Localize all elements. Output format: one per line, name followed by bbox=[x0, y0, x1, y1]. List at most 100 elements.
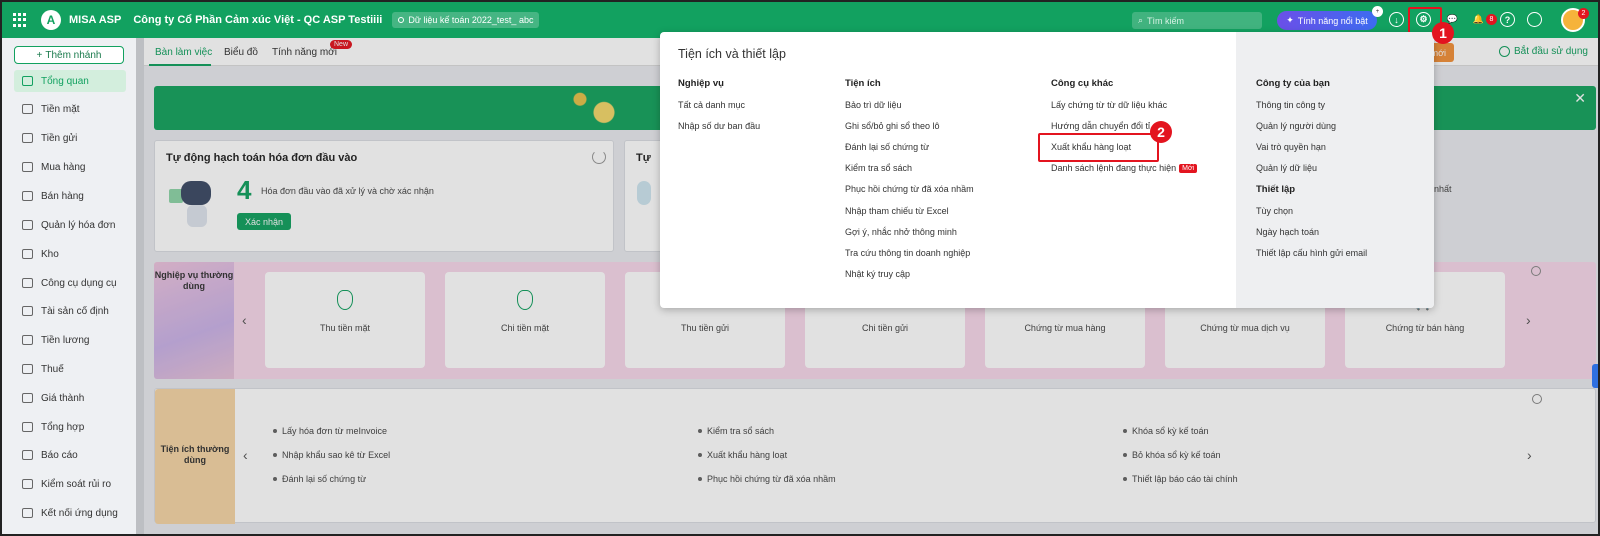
bell-icon[interactable]: 🔔 bbox=[1471, 12, 1486, 27]
sidebar-item-gia-thanh[interactable]: Giá thành bbox=[14, 387, 126, 409]
salary-icon bbox=[22, 335, 33, 345]
menu-item-ghi-so-theo-lo[interactable]: Ghi sổ/bỏ ghi sổ theo lô bbox=[845, 121, 940, 131]
status-icon[interactable] bbox=[1527, 12, 1542, 27]
sidebar-item-label: Tiền mặt bbox=[41, 103, 80, 115]
menu-item-vai-tro-quyen-han[interactable]: Vai trò quyền hạn bbox=[1256, 142, 1326, 152]
misa-logo-icon: A bbox=[41, 10, 61, 30]
menu-item-ngay-hach-toan[interactable]: Ngày hạch toán bbox=[1256, 227, 1319, 237]
app-grid-icon[interactable] bbox=[13, 13, 27, 27]
menu-item-phuc-hoi-chung-tu[interactable]: Phục hồi chứng từ đã xóa nhầm bbox=[845, 184, 974, 194]
sidebar-item-label: Tiền lương bbox=[41, 334, 90, 346]
cart-icon bbox=[22, 191, 33, 201]
search-placeholder: Tìm kiếm bbox=[1147, 15, 1185, 26]
summary-icon bbox=[22, 422, 33, 432]
shopping-bag-icon bbox=[22, 162, 33, 172]
sidebar-item-tai-san-co-dinh[interactable]: Tài sản cố định bbox=[14, 300, 126, 322]
avatar-badge: 2 bbox=[1578, 8, 1589, 19]
dashboard-icon bbox=[22, 76, 33, 86]
sidebar-item-bao-cao[interactable]: Báo cáo bbox=[14, 444, 126, 466]
sidebar-item-label: Bán hàng bbox=[41, 190, 84, 202]
sidebar-item-label: Tiền gửi bbox=[41, 132, 78, 144]
sidebar-item-thue[interactable]: Thuế bbox=[14, 358, 126, 380]
sidebar-item-label: Tổng quan bbox=[41, 75, 89, 87]
featured-features-button[interactable]: ✦ Tính năng nổi bật + bbox=[1277, 6, 1383, 30]
menu-item-cau-hinh-email[interactable]: Thiết lập cấu hình gửi email bbox=[1256, 248, 1367, 258]
menu-item-bao-tri-du-lieu[interactable]: Bảo trì dữ liệu bbox=[845, 100, 902, 110]
link-icon bbox=[22, 508, 33, 518]
menu-item-tuy-chon[interactable]: Tùy chọn bbox=[1256, 206, 1293, 216]
popup-title: Tiện ích và thiết lập bbox=[678, 47, 786, 61]
menu-item-label: Danh sách lệnh đang thực hiện bbox=[1051, 163, 1177, 173]
menu-item-nhap-so-du-ban-dau[interactable]: Nhập số dư ban đầu bbox=[678, 121, 760, 131]
help-icon[interactable]: ? bbox=[1500, 12, 1515, 27]
menu-item-huong-dan-chuyen-doi[interactable]: Hướng dẫn chuyển đổi tỉ bbox=[1051, 121, 1150, 131]
sidebar-item-tong-quan[interactable]: Tổng quan bbox=[14, 70, 126, 92]
report-icon bbox=[22, 450, 33, 460]
menu-item-nhap-tham-chieu-excel[interactable]: Nhập tham chiếu từ Excel bbox=[845, 206, 949, 216]
menu-item-danh-sach-lenh[interactable]: Danh sách lệnh đang thực hiện Mới bbox=[1051, 163, 1198, 173]
menu-item-quan-ly-du-lieu[interactable]: Quản lý dữ liệu bbox=[1256, 163, 1317, 173]
invoice-icon bbox=[22, 220, 33, 230]
sidebar-item-label: Kho bbox=[41, 248, 59, 260]
menu-item-tat-ca-danh-muc[interactable]: Tất cả danh mục bbox=[678, 100, 745, 110]
sidebar-item-tong-hop[interactable]: Tổng hợp bbox=[14, 416, 126, 438]
add-branch-label: Thêm nhánh bbox=[45, 49, 102, 61]
step-2-badge: 2 bbox=[1150, 121, 1172, 143]
sidebar-item-label: Kết nối ứng dụng bbox=[41, 507, 118, 519]
sidebar: + Thêm nhánh Tổng quan Tiền mặt Tiền gửi… bbox=[2, 38, 136, 534]
menu-item-quan-ly-nguoi-dung[interactable]: Quản lý người dùng bbox=[1256, 121, 1336, 131]
sparkle-icon: ✦ bbox=[1286, 15, 1294, 25]
asset-icon bbox=[22, 306, 33, 316]
database-name: Dữ liệu kế toán 2022_test_ abc bbox=[408, 15, 534, 25]
notification-badge: 8 bbox=[1486, 14, 1497, 25]
utilities-settings-popup: Tiện ích và thiết lập Nghiệp vụ Tất cả d… bbox=[660, 32, 1434, 308]
app-window: A MISA ASP Công ty Cổ Phần Cảm xúc Việt … bbox=[0, 0, 1600, 536]
menu-item-nhat-ky-truy-cap[interactable]: Nhật ký truy cập bbox=[845, 269, 910, 279]
menu-item-kiem-tra-so-sach[interactable]: Kiểm tra sổ sách bbox=[845, 163, 912, 173]
sidebar-item-kho[interactable]: Kho bbox=[14, 243, 126, 265]
column-heading-nghiep-vu: Nghiệp vụ bbox=[678, 78, 724, 89]
add-branch-button[interactable]: + Thêm nhánh bbox=[14, 46, 124, 64]
column-heading-thiet-lap: Thiết lập bbox=[1256, 184, 1296, 195]
menu-item-lay-chung-tu[interactable]: Lấy chứng từ từ dữ liệu khác bbox=[1051, 100, 1167, 110]
menu-item-danh-lai-so-chung-tu[interactable]: Đánh lại số chứng từ bbox=[845, 142, 929, 152]
bank-icon bbox=[22, 133, 33, 143]
app-name: MISA ASP bbox=[69, 14, 122, 26]
search-input[interactable]: ⌕ Tìm kiếm bbox=[1132, 12, 1262, 29]
sidebar-item-mua-hang[interactable]: Mua hàng bbox=[14, 156, 126, 178]
menu-item-thong-tin-cong-ty[interactable]: Thông tin công ty bbox=[1256, 100, 1325, 110]
feature-badge: + bbox=[1372, 6, 1383, 17]
sidebar-item-label: Tổng hợp bbox=[41, 421, 85, 433]
side-panel-toggle[interactable] bbox=[1592, 364, 1598, 388]
database-selector[interactable]: Dữ liệu kế toán 2022_test_ abc bbox=[392, 12, 540, 28]
step-1-badge: 1 bbox=[1432, 22, 1454, 44]
sidebar-item-label: Tài sản cố định bbox=[41, 305, 109, 317]
sidebar-item-label: Quản lý hóa đơn bbox=[41, 219, 116, 231]
company-name[interactable]: Công ty Cổ Phần Cảm xúc Việt - QC ASP Te… bbox=[133, 14, 382, 26]
sidebar-item-kiem-soat-rui-ro[interactable]: Kiểm soát rủi ro bbox=[14, 473, 126, 495]
sidebar-item-cong-cu-dung-cu[interactable]: Công cụ dụng cụ bbox=[14, 272, 126, 294]
sidebar-item-ban-hang[interactable]: Bán hàng bbox=[14, 185, 126, 207]
plus-icon: + bbox=[36, 49, 43, 61]
sidebar-item-quan-ly-hoa-don[interactable]: Quản lý hóa đơn bbox=[14, 214, 126, 236]
sidebar-item-tien-luong[interactable]: Tiền lương bbox=[14, 329, 126, 351]
download-icon[interactable]: ↓ bbox=[1389, 12, 1404, 27]
export-highlight-box bbox=[1038, 133, 1159, 162]
sidebar-item-tien-mat[interactable]: Tiền mặt bbox=[14, 98, 126, 120]
cost-icon bbox=[22, 393, 33, 403]
column-heading-cong-cu-khac: Công cụ khác bbox=[1051, 78, 1114, 89]
featured-features-label: Tính năng nổi bật bbox=[1297, 15, 1368, 26]
sidebar-item-label: Mua hàng bbox=[41, 161, 86, 173]
column-heading-cong-ty: Công ty của bạn bbox=[1256, 78, 1330, 89]
new-badge: Mới bbox=[1179, 164, 1198, 173]
menu-item-goi-y-nhac-nho[interactable]: Gợi ý, nhắc nhở thông minh bbox=[845, 227, 957, 237]
sidebar-item-ket-noi-ung-dung[interactable]: Kết nối ứng dụng bbox=[14, 502, 126, 524]
column-heading-tien-ich: Tiện ích bbox=[845, 78, 881, 89]
sidebar-item-label: Giá thành bbox=[41, 392, 85, 404]
sidebar-item-label: Thuế bbox=[41, 363, 64, 375]
database-icon bbox=[398, 17, 405, 23]
warehouse-icon bbox=[22, 249, 33, 259]
sidebar-item-tien-gui[interactable]: Tiền gửi bbox=[14, 127, 126, 149]
tools-icon bbox=[22, 278, 33, 288]
menu-item-tra-cuu-doanh-nghiep[interactable]: Tra cứu thông tin doanh nghiệp bbox=[845, 248, 970, 258]
